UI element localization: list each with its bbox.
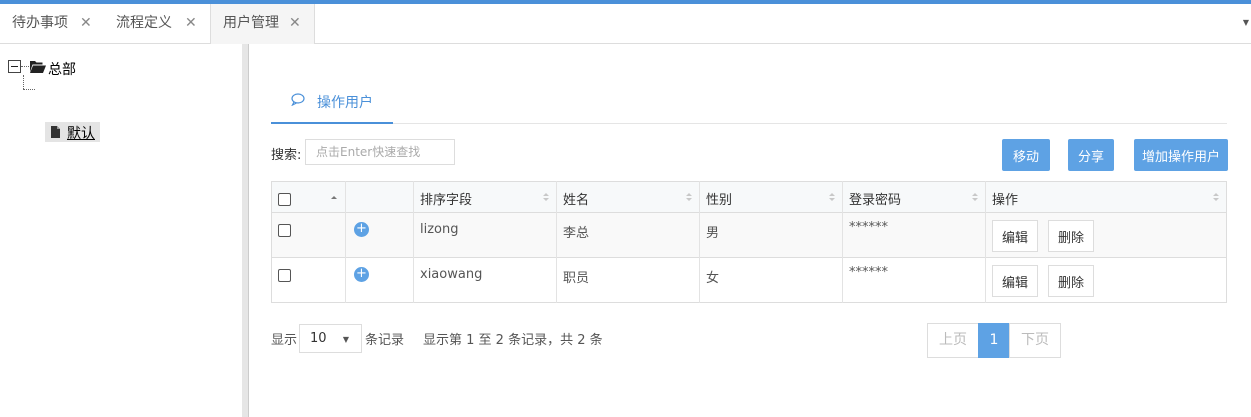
tab-label: 用户管理 bbox=[223, 15, 279, 31]
tree-connector bbox=[23, 89, 35, 90]
column-header-name[interactable]: 姓名 bbox=[563, 189, 589, 208]
tab-bar: 待办事项 ✕ 流程定义 ✕ 用户管理 ✕ ▼ bbox=[0, 4, 1251, 44]
column-divider bbox=[985, 181, 986, 303]
cell-name: 职员 bbox=[563, 271, 590, 286]
search-label: 搜索: bbox=[271, 148, 302, 163]
page-1-button[interactable]: 1 bbox=[978, 323, 1010, 358]
share-button[interactable]: 分享 bbox=[1068, 139, 1114, 171]
tab-operation-users[interactable]: 操作用户 bbox=[271, 90, 393, 124]
row-checkbox[interactable] bbox=[278, 224, 291, 237]
cell-name: 李总 bbox=[563, 226, 590, 241]
sort-asc-icon[interactable] bbox=[331, 194, 337, 204]
tree-connector bbox=[21, 66, 29, 67]
collapse-icon[interactable] bbox=[8, 60, 21, 73]
page-size-select[interactable]: 10 ▼ bbox=[299, 324, 362, 353]
close-icon[interactable]: ✕ bbox=[289, 4, 301, 42]
cell-gender: 女 bbox=[706, 271, 720, 286]
tree-root-label: 总部 bbox=[48, 62, 76, 78]
tree-connector bbox=[23, 75, 24, 89]
tab-todo[interactable]: 待办事项 ✕ bbox=[0, 4, 101, 43]
main-content: 操作用户 搜索: 移动 分享 增加操作用户 排序字段 姓名 性别 登录密码 操作… bbox=[249, 44, 1251, 417]
active-tab-indicator bbox=[271, 122, 393, 124]
tab-label: 流程定义 bbox=[116, 15, 172, 31]
column-header-sort-field[interactable]: 排序字段 bbox=[420, 189, 472, 208]
chat-bubble-icon bbox=[291, 93, 305, 106]
tab-process-definition[interactable]: 流程定义 ✕ bbox=[104, 4, 210, 43]
column-divider bbox=[556, 181, 557, 303]
expand-plus-icon[interactable]: + bbox=[354, 267, 369, 282]
cell-password: ****** bbox=[849, 265, 888, 280]
add-operation-user-button[interactable]: 增加操作用户 bbox=[1134, 139, 1228, 171]
page-size-suffix: 条记录 bbox=[365, 333, 405, 348]
column-header-gender[interactable]: 性别 bbox=[706, 189, 732, 208]
folder-open-icon bbox=[30, 61, 46, 73]
caret-down-icon[interactable]: ▼ bbox=[1243, 18, 1249, 27]
delete-button[interactable]: 删除 bbox=[1048, 265, 1094, 297]
cell-gender: 男 bbox=[706, 226, 720, 241]
tab-label: 待办事项 bbox=[12, 15, 68, 31]
cell-sort-field: xiaowang bbox=[420, 267, 483, 282]
select-all-checkbox[interactable] bbox=[278, 193, 291, 206]
cell-password: ****** bbox=[849, 220, 888, 235]
move-button[interactable]: 移动 bbox=[1002, 139, 1050, 171]
tab-user-management[interactable]: 用户管理 ✕ bbox=[210, 4, 315, 44]
cell-sort-field: lizong bbox=[420, 222, 459, 237]
column-header-actions: 操作 bbox=[992, 193, 1019, 208]
table-header: 排序字段 姓名 性别 登录密码 操作 bbox=[271, 181, 1227, 213]
expand-plus-icon[interactable]: + bbox=[354, 222, 369, 237]
sort-icon[interactable] bbox=[829, 192, 835, 202]
row-checkbox[interactable] bbox=[278, 269, 291, 282]
tree-child-label: 默认 bbox=[67, 126, 95, 142]
sort-icon[interactable] bbox=[543, 192, 549, 202]
delete-button[interactable]: 删除 bbox=[1048, 220, 1094, 252]
table-row: + lizong 李总 男 ****** 编辑 删除 bbox=[271, 213, 1227, 258]
sort-icon[interactable] bbox=[1213, 192, 1219, 202]
column-header-password[interactable]: 登录密码 bbox=[849, 189, 901, 208]
divider bbox=[271, 123, 1227, 124]
file-icon bbox=[51, 126, 60, 138]
tree-node-default[interactable]: 默认 bbox=[45, 122, 100, 142]
search-input[interactable] bbox=[305, 139, 455, 165]
page-size-prefix: 显示 bbox=[271, 333, 298, 348]
column-divider bbox=[699, 181, 700, 303]
org-tree-panel: 总部 默认 bbox=[0, 44, 242, 417]
page-size-value: 10 bbox=[310, 331, 327, 346]
edit-button[interactable]: 编辑 bbox=[992, 265, 1038, 297]
caret-down-icon: ▼ bbox=[342, 335, 349, 344]
table-row: + xiaowang 职员 女 ****** 编辑 删除 bbox=[271, 258, 1227, 303]
close-icon[interactable]: ✕ bbox=[80, 4, 92, 42]
column-divider bbox=[842, 181, 843, 303]
sort-icon[interactable] bbox=[972, 192, 978, 202]
next-page-button[interactable]: 下页 bbox=[1009, 323, 1061, 358]
sub-tab-label: 操作用户 bbox=[317, 95, 373, 111]
records-info: 显示第 1 至 2 条记录，共 2 条 bbox=[423, 333, 603, 348]
sort-icon[interactable] bbox=[686, 192, 692, 202]
prev-page-button[interactable]: 上页 bbox=[927, 323, 979, 358]
column-divider bbox=[345, 181, 346, 303]
edit-button[interactable]: 编辑 bbox=[992, 220, 1038, 252]
close-icon[interactable]: ✕ bbox=[185, 4, 197, 42]
column-divider bbox=[413, 181, 414, 303]
